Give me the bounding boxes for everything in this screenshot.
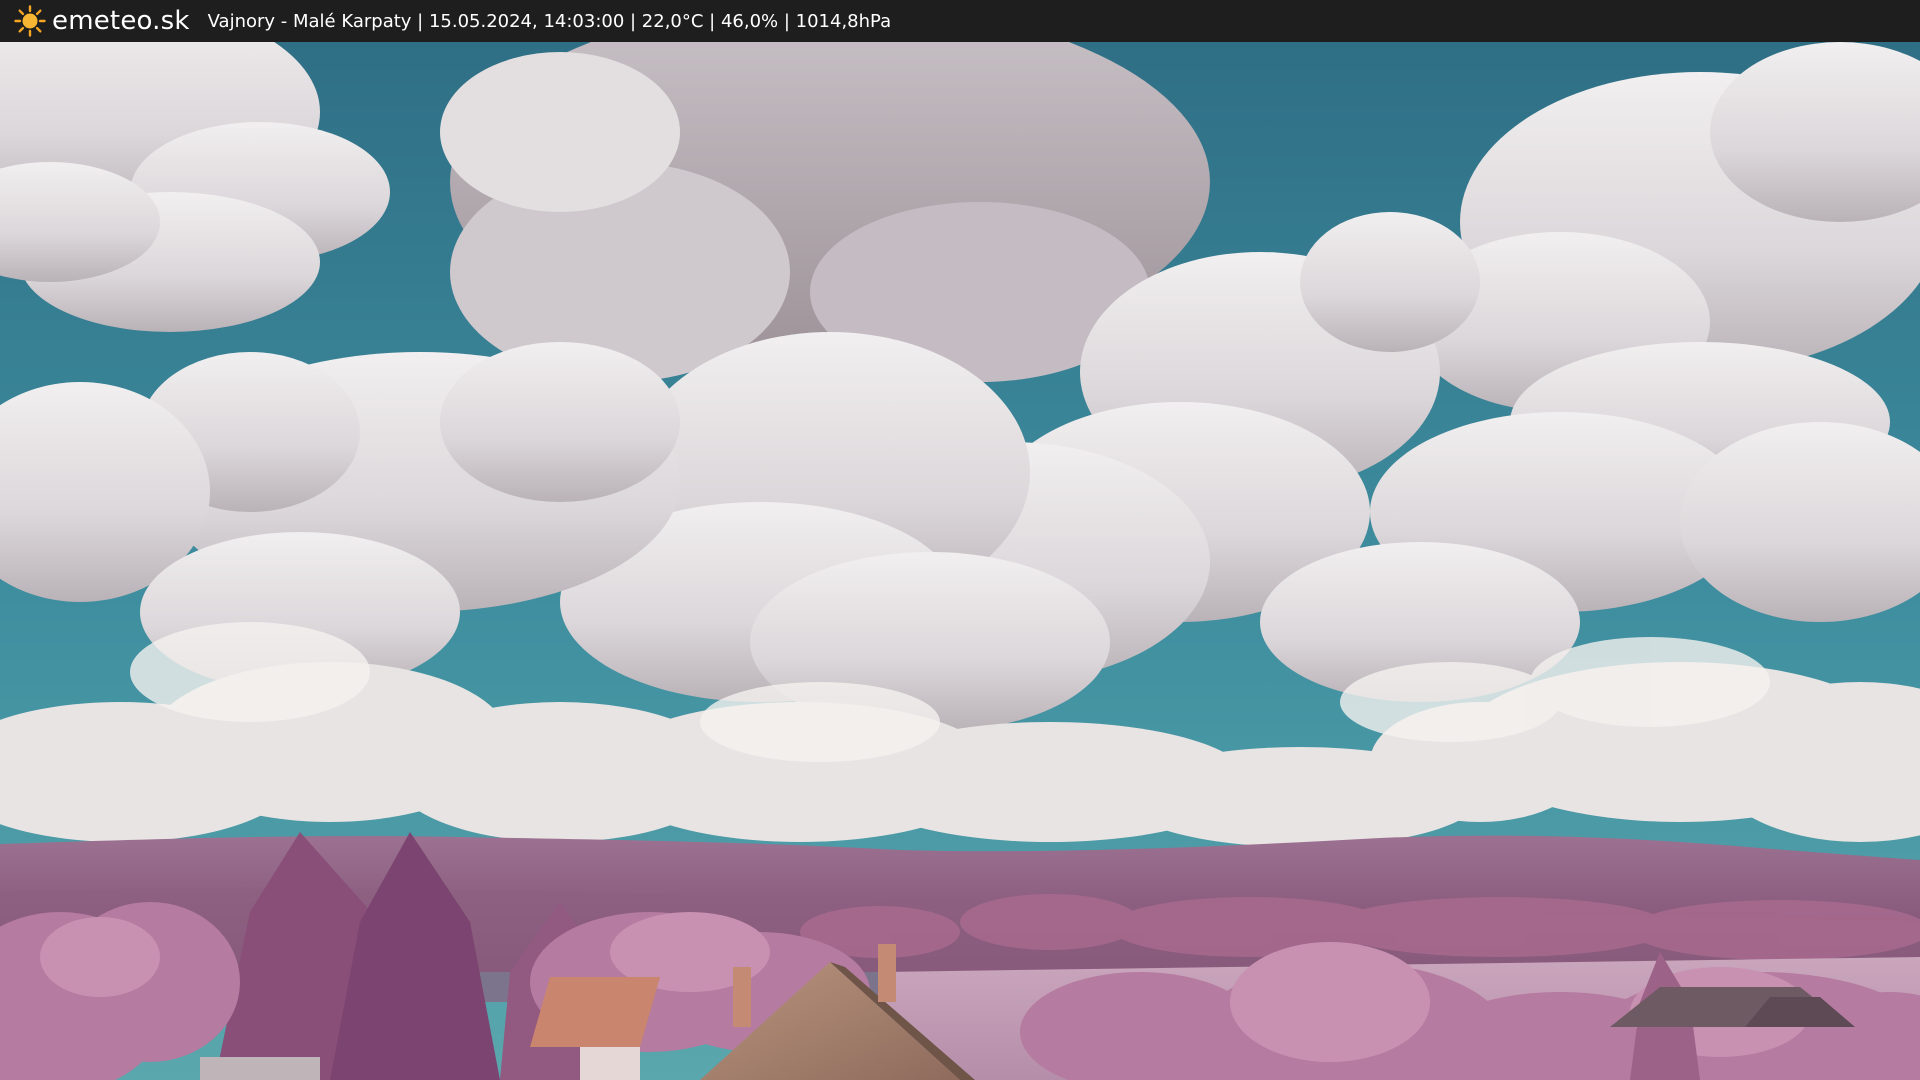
clouds	[0, 42, 1920, 847]
top-bar: emeteo.sk Vajnory - Malé Karpaty | 15.05…	[0, 0, 1920, 42]
weather-caption: Vajnory - Malé Karpaty | 15.05.2024, 14:…	[207, 10, 892, 32]
webcam-image	[0, 42, 1920, 1080]
brand-name: emeteo.sk	[52, 6, 190, 36]
brand-logo[interactable]: emeteo.sk	[14, 5, 190, 37]
sun-icon	[14, 5, 46, 37]
